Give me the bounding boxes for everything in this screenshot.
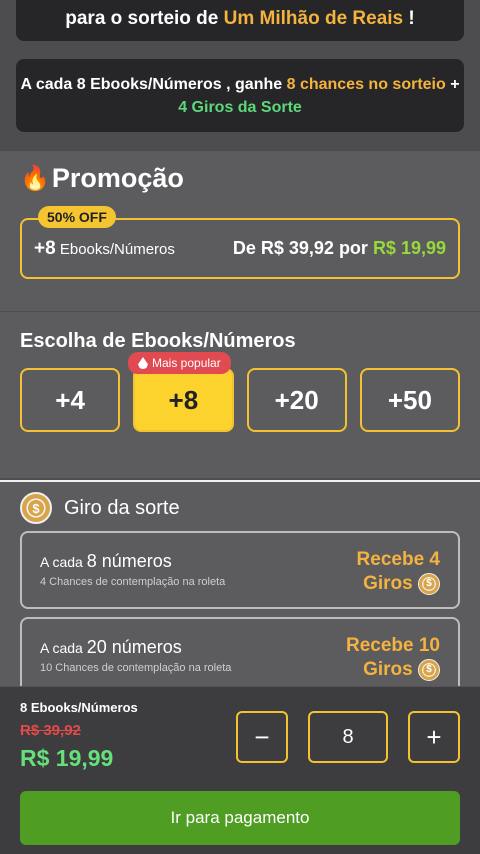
spin-tier-reward-giros: Giros	[363, 659, 413, 680]
promotion-item: Ebooks/Números	[59, 240, 175, 258]
spin-tier-prefix: A cada	[40, 554, 87, 570]
option-plus-50[interactable]: +50	[359, 368, 460, 432]
spin-tier-card[interactable]: A cada 20 números 10 Chances de contempl…	[20, 617, 460, 695]
quantity-choice-section: Escolha de Ebooks/Números Mais popular +…	[0, 312, 480, 478]
lucky-spin-title: $ Giro da sorte	[20, 492, 180, 524]
popular-badge-label: Mais popular	[152, 356, 221, 370]
quantity-options: +4 +8 +20 +50	[20, 368, 460, 432]
chances-banner: A cada 8 Ebooks/Números , ganhe 8 chance…	[16, 59, 464, 132]
promotion-section: 🔥 Promoção 50% OFF +8 Ebooks/Números De …	[0, 151, 480, 311]
spin-tier-reward-line1: Recebe 4	[356, 549, 440, 570]
lucky-spin-section: $ Giro da sorte A cada 8 números 4 Chanc…	[0, 480, 480, 695]
spin-tier-main: A cada 8 números	[40, 551, 225, 572]
banner-line2-prefix: A cada 8 Ebooks/Números , ganhe	[20, 76, 287, 93]
spin-tier-info: A cada 20 números 10 Chances de contempl…	[40, 637, 231, 675]
spin-tier-card[interactable]: A cada 8 números 4 Chances de contemplaç…	[20, 531, 460, 609]
option-plus-8[interactable]: +8	[133, 368, 234, 432]
banner-line1-prefix: para o sorteio de	[65, 8, 224, 29]
spin-tier-sub: 10 Chances de contemplação na roleta	[40, 662, 232, 674]
spin-tier-number: 8 números	[86, 551, 172, 571]
old-price: R$ 39,92	[20, 722, 81, 739]
spin-tier-reward-giros: Giros	[363, 573, 413, 594]
option-plus-4[interactable]: +4	[20, 368, 121, 432]
coin-icon: $	[418, 658, 440, 681]
quantity-choice-title: Escolha de Ebooks/Números	[20, 330, 296, 352]
checkout-bar: 8 Ebooks/Números R$ 39,92 R$ 19,99 − 8 +…	[0, 686, 480, 854]
coin-icon: $	[418, 572, 440, 595]
banner-line2-highlight: 8 chances no sorteio	[286, 76, 446, 93]
cart-label: 8 Ebooks/Números	[20, 700, 138, 715]
spin-tier-info: A cada 8 números 4 Chances de contemplaç…	[40, 551, 225, 589]
spin-tier-reward-line2: Giros $	[357, 572, 440, 596]
banner-line1-highlight: Um Milhão de Reais	[223, 8, 404, 29]
banner-line2-green: 4 Giros da Sorte	[178, 99, 302, 116]
lucky-spin-title-text: Giro da sorte	[64, 496, 180, 519]
drop-icon	[138, 357, 148, 369]
quantity-stepper: − 8 +	[236, 711, 460, 763]
promotion-title-text: Promoção	[51, 163, 184, 193]
banner-line2-mid: +	[445, 76, 460, 93]
spin-tier-reward-line1: Recebe 10	[345, 635, 440, 656]
banner-line1-suffix: !	[403, 8, 415, 29]
new-price: R$ 19,99	[20, 745, 114, 771]
spin-tier-main: A cada 20 números	[40, 637, 231, 658]
sweepstakes-banner: para o sorteio de Um Milhão de Reais !	[16, 0, 464, 41]
promotion-from-text: De R$ 39,92 por	[232, 238, 373, 258]
spin-tier-sub: 4 Chances de contemplação na roleta	[40, 576, 226, 588]
popular-badge: Mais popular	[128, 352, 231, 374]
spin-tier-reward: Recebe 10 Giros $	[345, 634, 440, 681]
decrement-button[interactable]: −	[236, 711, 288, 763]
coin-icon: $	[20, 492, 52, 524]
fire-icon: 🔥	[20, 165, 50, 192]
promotion-quantity: +8 Ebooks/Números	[34, 238, 175, 260]
spin-tier-reward: Recebe 4 Giros $	[356, 548, 440, 595]
promotion-price: De R$ 39,92 por R$ 19,99	[233, 238, 446, 259]
increment-button[interactable]: +	[408, 711, 460, 763]
discount-badge: 50% OFF	[38, 206, 116, 228]
option-plus-20[interactable]: +20	[246, 368, 347, 432]
promotion-title: 🔥 Promoção	[20, 163, 184, 194]
pay-button[interactable]: Ir para pagamento	[20, 791, 460, 845]
spin-tier-reward-line2: Giros $	[346, 658, 440, 682]
quantity-input[interactable]: 8	[308, 711, 388, 763]
promotion-final-price: R$ 19,99	[372, 238, 446, 258]
promotion-plus: +8	[34, 237, 56, 259]
spin-tier-number: 20 números	[86, 637, 182, 657]
spin-tier-prefix: A cada	[40, 640, 87, 656]
